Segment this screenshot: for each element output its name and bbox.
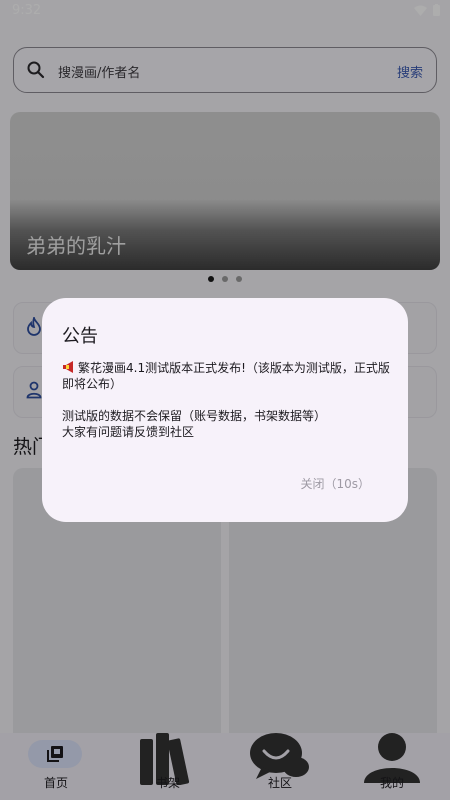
announcement-dialog: 公告 繁花漫画4.1测试版本正式发布!（该版本为测试版，正式版即将公布） 测试版…	[42, 298, 408, 522]
dialog-line-text: 繁花漫画4.1测试版本正式发布!（该版本为测试版，正式版即将公布）	[62, 361, 390, 391]
dialog-line: 测试版的数据不会保留（账号数据，书架数据等）	[62, 409, 327, 423]
dialog-title: 公告	[62, 326, 98, 347]
megaphone-icon	[63, 361, 73, 373]
dialog-line: 大家有问题请反馈到社区	[62, 425, 195, 439]
close-button[interactable]: 关闭（10s）	[300, 475, 370, 492]
dialog-line: 繁花漫画4.1测试版本正式发布!（该版本为测试版，正式版即将公布）	[62, 360, 392, 392]
dialog-body: 繁花漫画4.1测试版本正式发布!（该版本为测试版，正式版即将公布） 测试版的数据…	[62, 360, 392, 440]
